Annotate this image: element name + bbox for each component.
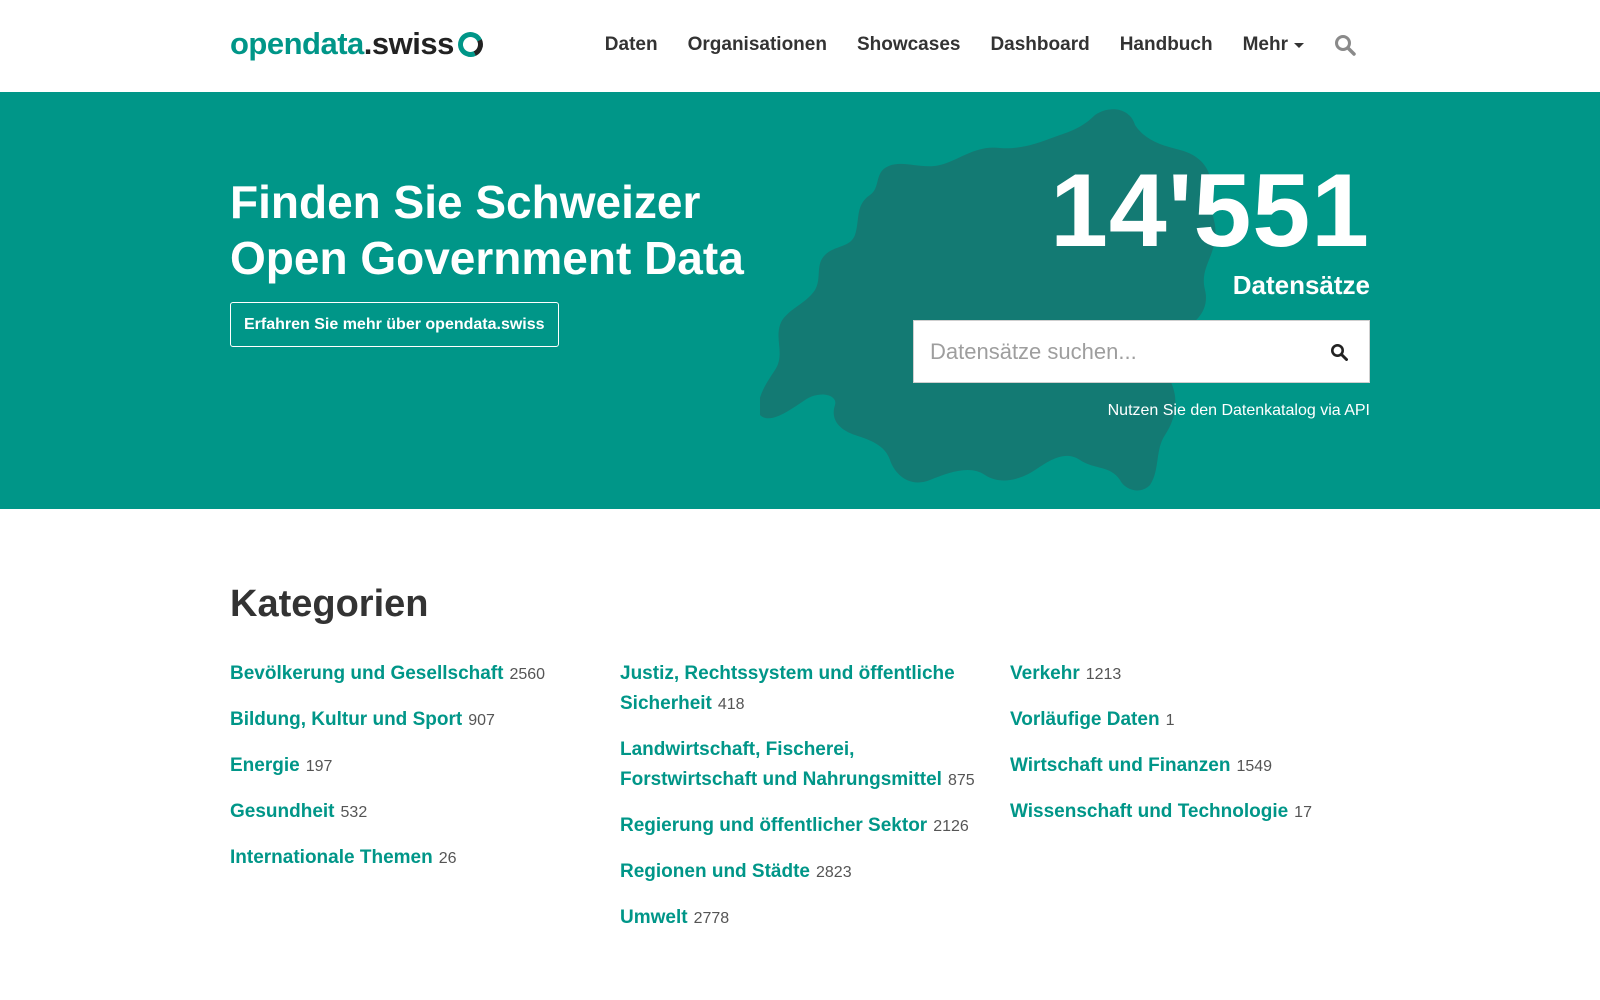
hero-title-line1: Finden Sie Schweizer bbox=[230, 176, 701, 228]
category-link[interactable]: Verkehr 1213 bbox=[1010, 659, 1380, 690]
category-link[interactable]: Bildung, Kultur und Sport 907 bbox=[230, 705, 600, 736]
search-icon bbox=[1331, 343, 1348, 361]
category-count: 532 bbox=[340, 804, 368, 821]
category-link[interactable]: Justiz, Rechtssystem und öffentliche Sic… bbox=[620, 659, 990, 720]
category-count: 2126 bbox=[933, 818, 969, 835]
category-count: 1549 bbox=[1236, 758, 1273, 775]
hero-banner: Finden Sie Schweizer Open Government Dat… bbox=[0, 92, 1600, 509]
category-link[interactable]: Regierung und öffentlicher Sektor 2126 bbox=[620, 811, 990, 842]
category-count: 2823 bbox=[816, 864, 852, 881]
category-count: 418 bbox=[717, 696, 745, 713]
category-name: Bevölkerung und Gesellschaft bbox=[230, 663, 504, 684]
main-nav: Daten Organisationen Showcases Dashboard… bbox=[605, 28, 1356, 62]
category-name: Internationale Themen bbox=[230, 847, 433, 868]
categories-heading: Kategorien bbox=[230, 583, 429, 625]
category-link[interactable]: Energie 197 bbox=[230, 751, 600, 782]
category-name: Verkehr bbox=[1010, 663, 1080, 684]
category-count: 17 bbox=[1294, 804, 1312, 821]
category-name: Vorläufige Daten bbox=[1010, 709, 1160, 730]
nav-showcases[interactable]: Showcases bbox=[857, 34, 961, 56]
category-name: Wirtschaft und Finanzen bbox=[1010, 755, 1231, 776]
category-count: 1 bbox=[1165, 712, 1175, 729]
category-link[interactable]: Wirtschaft und Finanzen 1549 bbox=[1010, 751, 1380, 782]
site-header: opendata .swiss Daten Organisationen Show… bbox=[0, 0, 1600, 92]
category-link[interactable]: Gesundheit 532 bbox=[230, 797, 600, 828]
caret-down-icon bbox=[1294, 42, 1304, 48]
nav-mehr-label: Mehr bbox=[1242, 34, 1288, 55]
category-name: Regionen und Städte bbox=[620, 861, 810, 882]
category-name: Landwirtschaft, Fischerei, Forstwirtscha… bbox=[620, 739, 942, 790]
category-name: Wissenschaft und Technologie bbox=[1010, 801, 1289, 822]
nav-daten[interactable]: Daten bbox=[605, 34, 658, 56]
categories-column-2: Justiz, Rechtssystem und öffentliche Sic… bbox=[620, 659, 990, 949]
nav-organisationen[interactable]: Organisationen bbox=[688, 34, 827, 56]
search-icon[interactable] bbox=[1334, 34, 1356, 56]
hero-title-line2: Open Government Data bbox=[230, 232, 744, 284]
logo-text-swiss: .swiss bbox=[363, 26, 455, 61]
category-name: Regierung und öffentlicher Sektor bbox=[620, 815, 928, 836]
category-name: Gesundheit bbox=[230, 801, 335, 822]
logo-ring-icon bbox=[454, 27, 487, 61]
category-link[interactable]: Wissenschaft und Technologie 17 bbox=[1010, 797, 1380, 828]
category-link[interactable]: Bevölkerung und Gesellschaft 2560 bbox=[230, 659, 600, 690]
dataset-count-label: Datensätze bbox=[1232, 270, 1370, 300]
dataset-count: 14'551 bbox=[1050, 153, 1370, 269]
category-count: 907 bbox=[468, 712, 495, 729]
api-catalog-link[interactable]: Nutzen Sie den Datenkatalog via API bbox=[1108, 402, 1370, 420]
category-link[interactable]: Regionen und Städte 2823 bbox=[620, 857, 990, 888]
category-link[interactable]: Umwelt 2778 bbox=[620, 903, 990, 934]
category-count: 1213 bbox=[1085, 666, 1122, 683]
category-link[interactable]: Vorläufige Daten 1 bbox=[1010, 705, 1380, 736]
category-name: Umwelt bbox=[620, 907, 688, 928]
categories-column-1: Bevölkerung und Gesellschaft 2560 Bildung… bbox=[230, 659, 600, 889]
categories-column-3: Verkehr 1213 Vorläufige Daten 1 Wirtschaft… bbox=[1010, 659, 1380, 843]
nav-handbuch[interactable]: Handbuch bbox=[1120, 34, 1213, 56]
logo-text-opendata: opendata bbox=[230, 26, 364, 61]
about-opendata-button[interactable]: Erfahren Sie mehr über opendata.swiss bbox=[230, 302, 559, 347]
dataset-search-input[interactable] bbox=[914, 321, 1309, 382]
nav-dashboard[interactable]: Dashboard bbox=[990, 34, 1089, 56]
category-count: 26 bbox=[438, 850, 457, 867]
site-logo[interactable]: opendata .swiss bbox=[230, 24, 487, 64]
nav-mehr-dropdown[interactable]: Mehr bbox=[1243, 34, 1304, 56]
category-name: Energie bbox=[230, 755, 300, 776]
category-count: 875 bbox=[947, 772, 975, 789]
category-link[interactable]: Internationale Themen 26 bbox=[230, 843, 600, 874]
category-count: 2560 bbox=[509, 666, 546, 683]
dataset-search-button[interactable] bbox=[1309, 321, 1369, 382]
dataset-search-form bbox=[913, 320, 1370, 383]
category-count: 2778 bbox=[693, 910, 730, 927]
category-name: Justiz, Rechtssystem und öffentliche Sic… bbox=[620, 663, 955, 714]
category-link[interactable]: Landwirtschaft, Fischerei, Forstwirtscha… bbox=[620, 735, 990, 796]
category-name: Bildung, Kultur und Sport bbox=[230, 709, 463, 730]
hero-title: Finden Sie Schweizer Open Government Dat… bbox=[230, 174, 790, 286]
category-count: 197 bbox=[305, 758, 333, 775]
